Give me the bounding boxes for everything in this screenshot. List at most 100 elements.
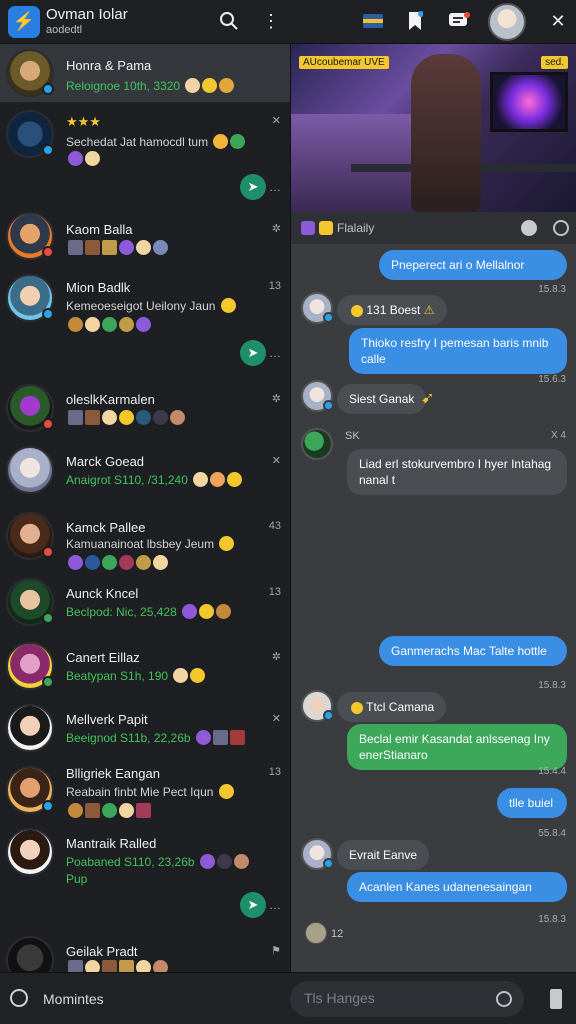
phone-icon[interactable]	[550, 989, 562, 1009]
avatar	[6, 446, 54, 494]
emoji-row	[66, 960, 168, 972]
list-footer-label: Momintes	[43, 991, 104, 1007]
timestamp: 55.8.4	[538, 828, 566, 839]
app-subtitle: aodedtl	[46, 23, 83, 36]
app-title: Ovman Iolar	[46, 6, 128, 24]
chat-name: Blligriek Eangan	[66, 766, 160, 781]
chat-preview: Kamuanainoat lbsbey Jeum	[66, 536, 235, 551]
sender-avatar[interactable]	[301, 380, 334, 412]
avatar	[6, 212, 54, 260]
emoji-row	[66, 150, 100, 168]
hero-tag: sed.	[541, 56, 568, 69]
chat-preview-2: Pup	[66, 872, 88, 886]
profile-icon[interactable]	[521, 220, 537, 236]
sender-avatar[interactable]	[301, 838, 334, 870]
emoji-icon[interactable]	[496, 991, 512, 1007]
chat-preview: Anaigrot S110, /31,240	[66, 472, 243, 487]
chat-item[interactable]: Kamck Pallee Kamuanainoat lbsbey Jeum 43	[0, 508, 290, 570]
close-icon[interactable]: ✕	[545, 8, 571, 34]
message-bubble[interactable]: Ttcl Camana	[337, 692, 447, 723]
user-avatar[interactable]	[488, 3, 526, 41]
message-bubble[interactable]: tlle buiel	[497, 788, 567, 819]
chat-icon[interactable]	[446, 8, 472, 34]
info-icon[interactable]	[553, 220, 569, 236]
message-bubble[interactable]: Liad erl stokurvembro I hyer Intahag nan…	[347, 449, 567, 496]
chat-name: Mellverk Papit	[66, 712, 148, 727]
chat-item[interactable]: Geilak Pradt ⚑	[0, 932, 290, 972]
live-badge: AUcoubemar UVE	[299, 56, 389, 69]
chat-name: Honra & Pama	[66, 58, 152, 73]
chat-item[interactable]: Marck Goead Anaigrot S110, /31,240 ✕	[0, 442, 290, 504]
message-bubble[interactable]: Pneperect ari o Mellalnor	[379, 250, 567, 281]
chat-item[interactable]: Aunck Kncel Beclpod: Nic, 25,428 13	[0, 574, 290, 636]
pin-icon[interactable]: ➤	[240, 340, 266, 366]
title-block: Ovman Iolar aodedtl	[46, 7, 128, 36]
message-input[interactable]: Tls Hanges	[290, 981, 524, 1017]
chat-item[interactable]: Mantraik Ralled Poabaned S110, 23,26b Pu…	[0, 828, 290, 924]
more-icon[interactable]: …	[269, 346, 281, 360]
more-icon[interactable]: …	[269, 180, 281, 194]
chat-item[interactable]: ★★★ Sechedat Jat hamocdl tum ✕ ➤ …	[0, 104, 290, 204]
chat-item[interactable]: Honra & Pama Reloignoe 10th, 3320	[0, 44, 290, 102]
chat-name: oleslkKarmalen	[66, 392, 155, 407]
chat-meta: ✲	[271, 651, 281, 663]
chat-meta: ✕	[271, 115, 281, 127]
timestamp: 15.8.3	[538, 680, 566, 691]
avatar	[6, 578, 54, 626]
timestamp: X 4	[550, 430, 566, 441]
search-icon[interactable]	[10, 989, 28, 1007]
more-vertical-icon[interactable]: ⋮	[258, 8, 284, 34]
message-bubble[interactable]: Thioko resfry I pemesan baris mnib calle	[349, 328, 567, 375]
sender-avatar[interactable]	[301, 428, 333, 460]
chat-item[interactable]: Canert Eillaz Beatypan S1h, 190 ✲	[0, 638, 290, 698]
chat-item[interactable]: Mellverk Papit Beeignod S11b, 22,26b ✕	[0, 700, 290, 762]
stream-preview-image[interactable]: AUcoubemar UVE sed.	[291, 44, 576, 212]
chat-item[interactable]: oleslkKarmalen ✲	[0, 380, 290, 438]
message-bubble[interactable]: Siest Ganak	[337, 384, 427, 415]
sender-avatar[interactable]	[305, 922, 327, 944]
flag-icon[interactable]	[360, 8, 386, 34]
chat-name: Kaom Balla	[66, 222, 133, 237]
avatar	[6, 49, 54, 97]
timestamp: 15.8.3	[538, 284, 566, 295]
chat-preview: Beclpod: Nic, 25,428	[66, 604, 232, 619]
chat-item[interactable]: Blligriek Eangan Reabain finbt Mie Pect …	[0, 762, 290, 828]
avatar	[6, 384, 54, 432]
chat-meta: 13	[268, 766, 281, 778]
sender-avatar[interactable]	[301, 292, 334, 324]
pin-icon[interactable]: ➤	[240, 892, 266, 918]
message-bubble[interactable]: Evrait Eanve	[337, 840, 430, 871]
avatar	[6, 766, 54, 814]
sender-label: 12	[331, 928, 344, 940]
chat-item[interactable]: Mion Badlk Kemeoeseigot Ueilony Jaun 13 …	[0, 268, 290, 368]
chat-meta: 43	[268, 520, 281, 532]
pin-icon[interactable]: ➤	[240, 174, 266, 200]
bookmark-icon[interactable]	[402, 8, 428, 34]
avatar	[6, 642, 54, 690]
message-bubble[interactable]: Ganmerachs Mac Talte hottle	[379, 636, 567, 667]
flag-mini-icon: ⚑	[271, 945, 281, 957]
emoji-row	[66, 410, 185, 425]
conversation-pane: AUcoubemar UVE sed. Flalaily Pneperect a…	[291, 44, 576, 972]
channel-bar: Flalaily	[291, 212, 576, 244]
app-window: ⚡ Ovman Iolar aodedtl ⋮ ✕ Honra & Pama R…	[0, 0, 576, 1024]
sender-avatar[interactable]	[301, 690, 334, 722]
emoji-row	[66, 240, 168, 255]
message-bubble[interactable]: Beclal emir Kasandat anlssenag Iny enerS…	[347, 724, 567, 771]
message-bubble[interactable]: 131 Boest ⚠	[337, 295, 447, 326]
chat-preview: Beatypan S1h, 190	[66, 668, 206, 683]
chat-name: Marck Goead	[66, 454, 145, 469]
chat-meta: ✲	[271, 393, 281, 405]
more-icon[interactable]: …	[269, 898, 281, 912]
chat-preview: Reloignoe 10th, 3320	[66, 78, 235, 93]
top-bar: ⚡ Ovman Iolar aodedtl ⋮ ✕	[0, 0, 576, 44]
search-icon[interactable]	[216, 8, 242, 34]
city-backdrop	[291, 114, 411, 212]
chat-preview: Kemeoeseigot Ueilony Jaun	[66, 298, 236, 313]
chat-item[interactable]: Kaom Balla ✲	[0, 206, 290, 264]
chat-meta: ✕	[271, 455, 281, 467]
message-bubble[interactable]: Acanlen Kanes udanenesaingan	[347, 872, 567, 903]
chat-preview: Reabain finbt Mie Pect Iqun	[66, 784, 234, 799]
chat-name: Mion Badlk	[66, 280, 131, 295]
chat-preview: Poabaned S110, 23,26b	[66, 854, 249, 869]
